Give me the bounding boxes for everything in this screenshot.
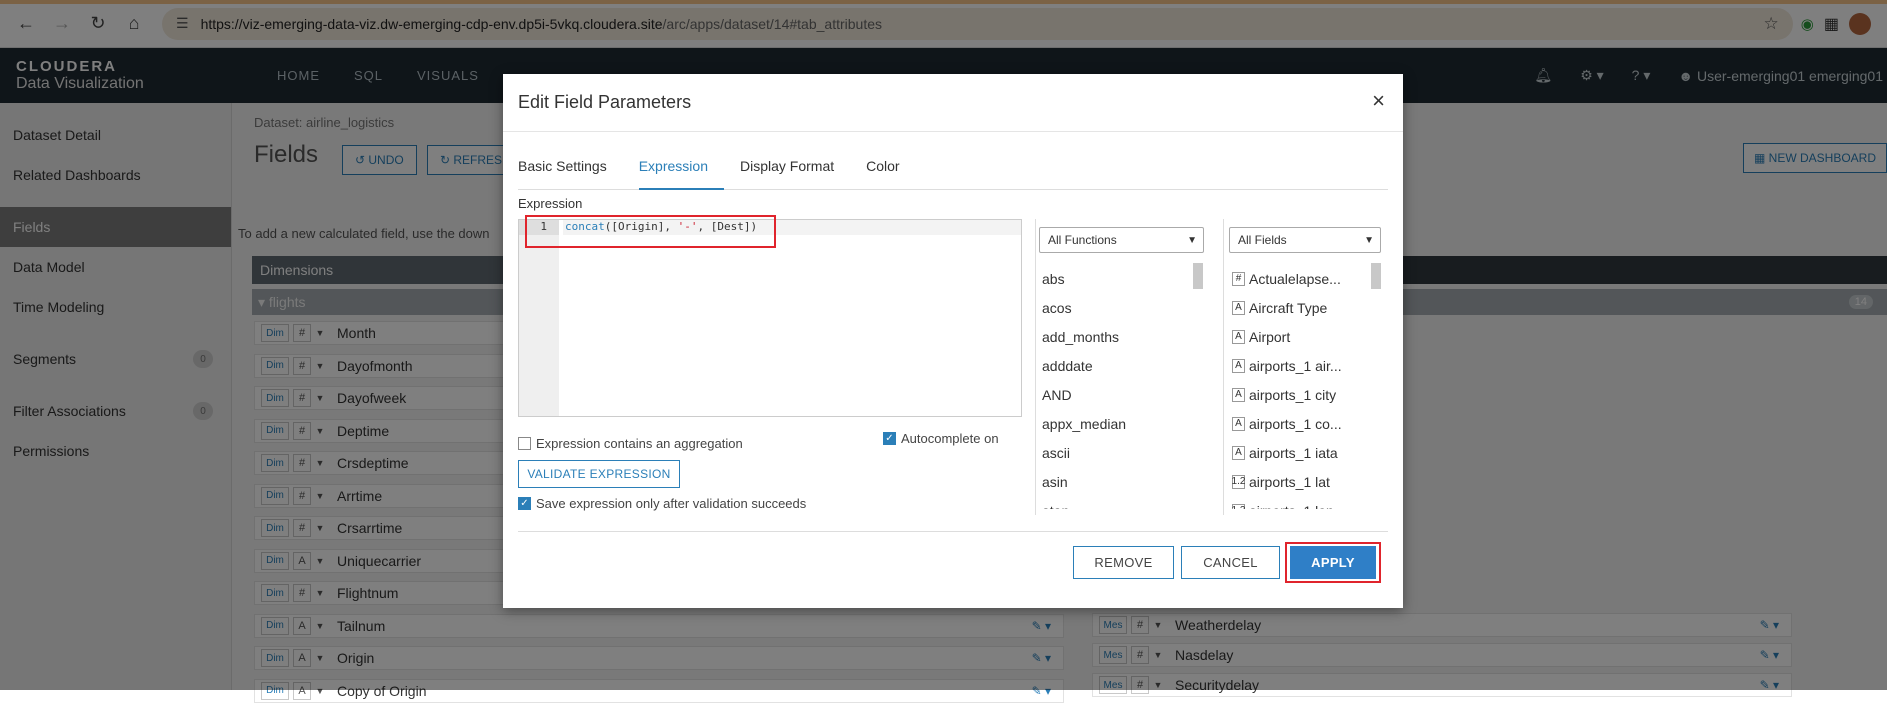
field-type-icon: A	[1232, 359, 1245, 373]
apply-highlight-box	[1285, 542, 1381, 583]
expression-label: Expression	[518, 196, 582, 211]
fields-select[interactable]: All Fields ▼	[1229, 227, 1381, 253]
field-item-label: airports_1 co...	[1249, 416, 1342, 432]
field-item-label: airports_1 city	[1249, 387, 1336, 403]
functions-scrollbar[interactable]	[1193, 263, 1203, 289]
fields-list: # Actualelapse... A Aircraft Type A Airport Aa…	[1232, 264, 1382, 509]
field-item-label: Actualelapse...	[1249, 271, 1341, 287]
function-item[interactable]: ascii	[1042, 438, 1192, 467]
fields-scrollbar[interactable]	[1371, 263, 1381, 289]
editor-gutter	[519, 220, 559, 416]
functions-select[interactable]: All Functions ▼	[1039, 227, 1204, 253]
tab-display-format[interactable]: Display Format	[740, 154, 850, 190]
edit-field-parameters-dialog: Edit Field Parameters × Basic Settings E…	[503, 74, 1403, 608]
tab-color[interactable]: Color	[866, 154, 915, 190]
chevron-down-icon: ▼	[1187, 235, 1197, 246]
tab-basic-settings[interactable]: Basic Settings	[518, 154, 623, 190]
code-highlight-box	[525, 215, 776, 248]
aggregation-checkbox[interactable]	[518, 437, 531, 450]
field-item[interactable]: 1.2 airports_1 lon	[1232, 496, 1382, 509]
function-item[interactable]: acos	[1042, 293, 1192, 322]
field-item-label: Airport	[1249, 329, 1290, 345]
cancel-button[interactable]: CANCEL	[1181, 546, 1280, 579]
autocomplete-label: Autocomplete on	[901, 431, 999, 446]
field-type-icon: A	[1232, 446, 1245, 460]
remove-button[interactable]: REMOVE	[1073, 546, 1174, 579]
field-item[interactable]: Aairports_1 iata	[1232, 438, 1382, 467]
field-type-icon: 1.2	[1232, 475, 1245, 489]
save-after-validate-checkbox[interactable]: ✓	[518, 497, 531, 510]
aggregation-label: Expression contains an aggregation	[536, 436, 743, 451]
field-item-label: airports_1 lat	[1249, 474, 1330, 490]
function-item[interactable]: abs	[1042, 264, 1192, 293]
column-divider	[1035, 219, 1036, 515]
validate-expression-button[interactable]: VALIDATE EXPRESSION	[518, 460, 680, 488]
chevron-down-icon: ▼	[1364, 235, 1374, 246]
field-type-icon: #	[1232, 272, 1245, 286]
divider	[518, 531, 1388, 532]
field-item[interactable]: A Airport	[1232, 322, 1382, 351]
dialog-title: Edit Field Parameters	[518, 92, 691, 113]
tab-expression[interactable]: Expression	[639, 154, 724, 190]
field-item[interactable]: # Actualelapse...	[1232, 264, 1382, 293]
functions-list: absacosadd_monthsadddateANDappx_medianas…	[1042, 264, 1192, 509]
function-item[interactable]: adddate	[1042, 351, 1192, 380]
divider	[503, 131, 1403, 132]
field-item[interactable]: Aairports_1 city	[1232, 380, 1382, 409]
field-item[interactable]: A Aircraft Type	[1232, 293, 1382, 322]
field-type-icon: A	[1232, 330, 1245, 344]
function-item[interactable]: AND	[1042, 380, 1192, 409]
autocomplete-checkbox-row[interactable]: ✓ Autocomplete on	[883, 431, 999, 446]
aggregation-checkbox-row[interactable]: Expression contains an aggregation	[518, 436, 743, 451]
field-item-label: airports_1 lon	[1249, 503, 1334, 510]
field-item[interactable]: 1.2 airports_1 lat	[1232, 467, 1382, 496]
field-type-icon: A	[1232, 301, 1245, 315]
field-type-icon: A	[1232, 417, 1245, 431]
function-item[interactable]: asin	[1042, 467, 1192, 496]
field-item-label: airports_1 iata	[1249, 445, 1338, 461]
autocomplete-checkbox[interactable]: ✓	[883, 432, 896, 445]
fields-select-value: All Fields	[1238, 233, 1287, 247]
save-after-validate-label: Save expression only after validation su…	[536, 496, 806, 511]
save-after-validate-row[interactable]: ✓ Save expression only after validation …	[518, 496, 806, 511]
field-item[interactable]: Aairports_1 air...	[1232, 351, 1382, 380]
expression-editor[interactable]: 1 concat([Origin], '-', [Dest])	[518, 219, 1022, 417]
dialog-tabs: Basic Settings Expression Display Format…	[518, 154, 1388, 190]
field-item-label: Aircraft Type	[1249, 300, 1327, 316]
field-type-icon: 1.2	[1232, 504, 1245, 510]
function-item[interactable]: add_months	[1042, 322, 1192, 351]
function-item[interactable]: appx_median	[1042, 409, 1192, 438]
close-icon[interactable]: ×	[1372, 88, 1385, 114]
field-item-label: airports_1 air...	[1249, 358, 1342, 374]
field-item[interactable]: Aairports_1 co...	[1232, 409, 1382, 438]
functions-select-value: All Functions	[1048, 233, 1117, 247]
field-type-icon: A	[1232, 388, 1245, 402]
function-item[interactable]: atan	[1042, 496, 1192, 509]
column-divider	[1223, 219, 1224, 515]
